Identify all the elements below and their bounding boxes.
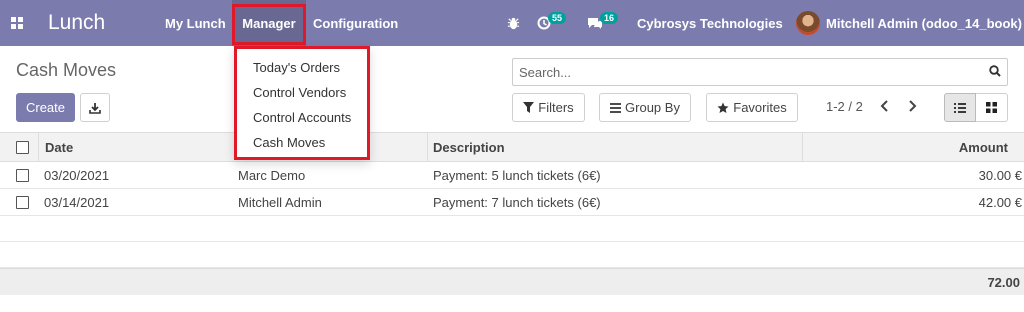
- pager-value[interactable]: 1-2 / 2: [826, 99, 863, 114]
- download-button[interactable]: [80, 93, 110, 122]
- row-amount: 42.00 €: [978, 194, 1022, 210]
- select-all-checkbox[interactable]: [16, 140, 29, 154]
- search-icon[interactable]: [989, 65, 1001, 77]
- filters-label: Filters: [538, 100, 574, 115]
- favorites-button[interactable]: Favorites: [706, 93, 798, 122]
- user-menu[interactable]: Mitchell Admin (odoo_14_book): [826, 0, 1022, 46]
- menu-manager[interactable]: Manager: [232, 0, 306, 46]
- menu-item-cash-moves[interactable]: Cash Moves: [253, 135, 325, 150]
- download-icon: [89, 102, 101, 114]
- table-row[interactable]: 03/20/2021 Marc Demo Payment: 5 lunch ti…: [0, 162, 1024, 189]
- kanban-view-icon: [986, 102, 997, 113]
- favorites-label: Favorites: [733, 100, 787, 115]
- menu-configuration[interactable]: Configuration: [313, 0, 398, 46]
- activity-badge: 55: [548, 12, 567, 24]
- row-amount: 30.00 €: [978, 167, 1022, 183]
- chevron-right-icon[interactable]: [906, 98, 918, 114]
- row-checkbox[interactable]: [16, 195, 29, 209]
- row-description: Payment: 7 lunch tickets (6€): [433, 194, 601, 210]
- table-footer: 72.00: [0, 268, 1024, 295]
- empty-row: [0, 216, 1024, 242]
- row-description: Payment: 5 lunch tickets (6€): [433, 167, 601, 183]
- row-date: 03/14/2021: [44, 194, 110, 210]
- search-box: [512, 58, 1008, 86]
- top-navbar: Lunch My Lunch Manager Configuration 55 …: [0, 0, 1024, 46]
- menu-my-lunch[interactable]: My Lunch: [165, 0, 226, 46]
- list-view-button[interactable]: [944, 93, 976, 122]
- search-input[interactable]: [513, 59, 1007, 85]
- manager-dropdown: Today's Orders Control Vendors Control A…: [234, 46, 370, 160]
- column-description[interactable]: Description: [433, 133, 505, 161]
- bug-icon[interactable]: [506, 0, 520, 46]
- table-header: Date Description Amount: [0, 132, 1024, 162]
- filter-icon: [523, 102, 535, 113]
- view-switcher: [944, 93, 1008, 122]
- row-date: 03/20/2021: [44, 167, 110, 183]
- groupby-button[interactable]: Group By: [599, 93, 691, 122]
- create-button[interactable]: Create: [16, 93, 75, 122]
- row-checkbox[interactable]: [16, 168, 29, 182]
- groupby-label: Group By: [625, 100, 680, 115]
- chat-icon[interactable]: 16: [587, 0, 619, 46]
- activity-icon[interactable]: 55: [537, 0, 567, 46]
- row-user: Marc Demo: [238, 167, 306, 183]
- filters-button[interactable]: Filters: [512, 93, 585, 122]
- app-brand[interactable]: Lunch: [48, 0, 105, 46]
- avatar[interactable]: [795, 0, 821, 46]
- menu-item-control-accounts[interactable]: Control Accounts: [253, 110, 351, 125]
- kanban-view-button[interactable]: [976, 93, 1008, 122]
- page-title: Cash Moves: [16, 60, 117, 80]
- company-switcher[interactable]: Cybrosys Technologies: [637, 0, 783, 46]
- groupby-icon: [610, 102, 622, 113]
- menu-item-control-vendors[interactable]: Control Vendors: [253, 85, 346, 100]
- row-user: Mitchell Admin: [238, 194, 322, 210]
- empty-row: [0, 242, 1024, 268]
- menu-item-todays-orders[interactable]: Today's Orders: [253, 60, 340, 75]
- apps-icon[interactable]: [8, 0, 26, 46]
- message-badge: 16: [600, 12, 619, 24]
- column-amount[interactable]: Amount: [959, 133, 1008, 161]
- chevron-left-icon[interactable]: [879, 98, 891, 114]
- list-view-icon: [954, 102, 966, 113]
- amount-total: 72.00: [987, 274, 1020, 290]
- star-icon: [717, 102, 729, 113]
- column-date[interactable]: Date: [45, 133, 73, 161]
- table-row[interactable]: 03/14/2021 Mitchell Admin Payment: 7 lun…: [0, 189, 1024, 216]
